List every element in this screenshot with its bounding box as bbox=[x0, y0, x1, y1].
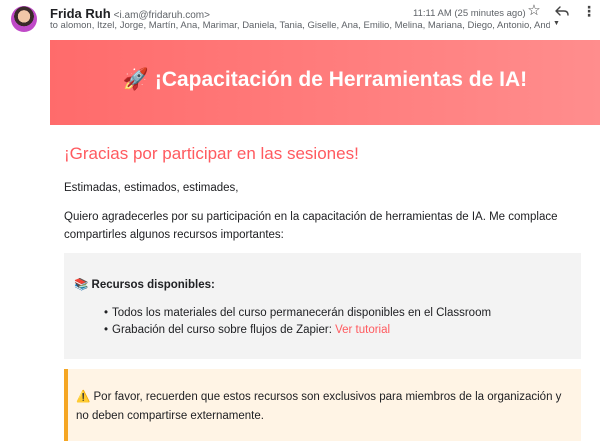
email-banner: 🚀 ¡Capacitación de Herramientas de IA! bbox=[50, 40, 600, 125]
sender-line: Frida Ruh <i.am@fridaruh.com> bbox=[50, 6, 210, 21]
reply-icon[interactable] bbox=[554, 3, 570, 19]
timestamp[interactable]: 11:11 AM (25 minutes ago) bbox=[413, 8, 526, 19]
bullet-icon: • bbox=[104, 324, 109, 336]
banner-title: 🚀 ¡Capacitación de Herramientas de IA! bbox=[122, 68, 528, 91]
tutorial-link[interactable]: Ver tutorial bbox=[335, 324, 390, 336]
chevron-down-icon[interactable]: ▼ bbox=[553, 20, 563, 30]
avatar[interactable] bbox=[11, 6, 37, 32]
list-item-text: Todos los materiales del curso permanece… bbox=[112, 307, 492, 319]
list-item: • Grabación del curso sobre flujos de Zap… bbox=[92, 322, 491, 339]
resources-list: • Todos los materiales del curso permanec… bbox=[92, 305, 491, 339]
list-item-text: Grabación del curso sobre flujos de Zapi… bbox=[112, 324, 336, 336]
thanks-heading: ¡Gracias por participar en las sesiones! bbox=[64, 144, 359, 163]
more-vert-icon[interactable]: ⋮ bbox=[582, 3, 596, 19]
warning-text: ⚠️ Por favor, recuerden que estos recurs… bbox=[76, 391, 562, 422]
resources-box: 📚 Recursos disponibles: • Todos los mater… bbox=[64, 253, 581, 359]
email-header: Frida Ruh <i.am@fridaruh.com> 11:11 AM (2… bbox=[0, 0, 600, 40]
star-icon[interactable]: ☆ bbox=[526, 3, 542, 19]
bullet-icon: • bbox=[104, 307, 109, 319]
list-item: • Todos los materiales del curso permanec… bbox=[92, 305, 491, 322]
resources-title: 📚 Recursos disponibles: bbox=[74, 279, 215, 291]
warning-box: ⚠️ Por favor, recuerden que estos recurs… bbox=[64, 369, 581, 441]
intro-paragraph: Quiero agradecerles por su participación… bbox=[64, 211, 558, 241]
greeting-text: Estimadas, estimados, estimades, bbox=[64, 182, 239, 194]
sender-name[interactable]: Frida Ruh bbox=[50, 6, 111, 21]
recipients-list: to alomon, Itzel, Jorge, Martín, Ana, Ma… bbox=[50, 20, 550, 31]
